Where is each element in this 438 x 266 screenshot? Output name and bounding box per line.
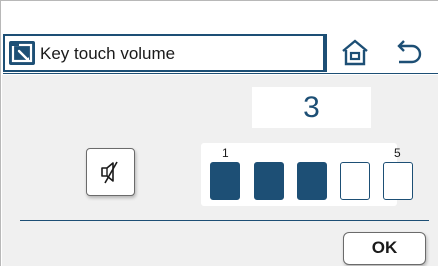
ok-button[interactable]: OK [343, 232, 426, 265]
level-max-label: 5 [394, 146, 401, 160]
volume-value-display: 3 [252, 87, 371, 128]
top-border [0, 0, 438, 1]
divider [20, 220, 429, 221]
speaker-mute-icon [97, 159, 125, 190]
home-button[interactable] [325, 34, 381, 72]
level-min-label: 1 [222, 146, 229, 160]
level-segment-2[interactable] [254, 162, 284, 200]
level-segment-4[interactable] [340, 162, 370, 200]
level-segment-1[interactable] [210, 162, 240, 200]
title-bar: Key touch volume [3, 34, 325, 72]
back-arrow-icon [395, 38, 425, 73]
back-button[interactable] [381, 34, 438, 72]
level-segment-5[interactable] [383, 162, 413, 200]
left-border [0, 0, 1, 266]
page-title: Key touch volume [40, 44, 176, 63]
edit-window-icon [9, 41, 35, 65]
screen: Key touch volume 3 1 5 OK [0, 0, 438, 266]
level-segment-3[interactable] [297, 162, 327, 200]
home-icon [340, 38, 370, 71]
mute-button[interactable] [86, 148, 135, 196]
